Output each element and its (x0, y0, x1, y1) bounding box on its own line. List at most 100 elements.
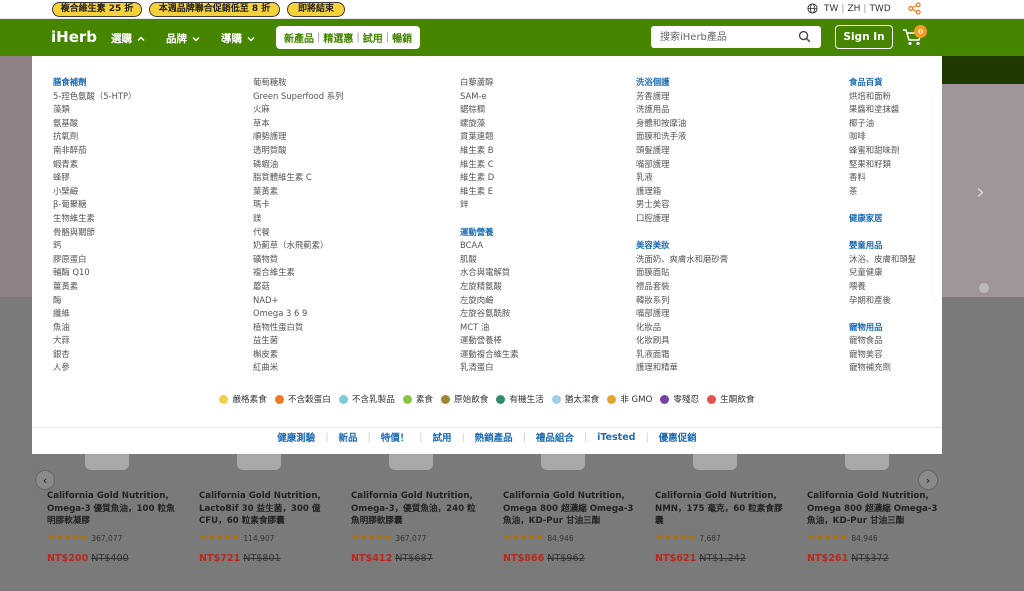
menu-item[interactable]: MCT 油 (460, 321, 519, 335)
menu-item[interactable]: 寵物補充劑 (849, 361, 916, 375)
promo-pill[interactable]: 複合維生素 25 折 (52, 2, 142, 17)
menu-item[interactable]: 維生素 B (460, 144, 519, 158)
product-title[interactable]: California Gold Nutrition, Omega 800 超濃縮… (807, 490, 939, 528)
menu-item[interactable]: 堅果和籽類 (849, 158, 916, 172)
menu-item[interactable]: 果醬和塗抹醬 (849, 103, 916, 117)
menu-item[interactable]: 運動營養棒 (460, 334, 519, 348)
menu-item[interactable]: 複合維生素 (253, 266, 344, 280)
diet-filter[interactable]: 生酮飲食 (707, 393, 755, 405)
menu-item[interactable]: 烘焙和面粉 (849, 90, 916, 104)
menu-item[interactable]: 韓妝系列 (636, 294, 728, 308)
menu-bottom-link[interactable]: 禮品組合 (526, 430, 584, 444)
menu-item[interactable]: 銀杏 (53, 348, 136, 362)
menu-item[interactable]: 蘑菇 (253, 280, 344, 294)
diet-filter[interactable]: 不含乳製品 (338, 393, 395, 405)
menu-item[interactable]: 寵物美容 (849, 348, 916, 362)
menu-item[interactable]: NAD+ (253, 294, 344, 308)
menu-category[interactable]: 洗浴個護 (636, 76, 728, 90)
product-rating[interactable]: ★★★★★ 367,077 (351, 533, 426, 543)
product-rating[interactable]: ★★★★★ 114,907 (199, 533, 274, 543)
menu-item[interactable]: 護理箱 (636, 185, 728, 199)
menu-item[interactable]: 芳香護理 (636, 90, 728, 104)
menu-item[interactable]: 抗氧劑 (53, 130, 136, 144)
menu-item[interactable]: 代餐 (253, 226, 344, 240)
menu-item[interactable]: SAM-e (460, 90, 519, 104)
product-title[interactable]: California Gold Nutrition, Omega-3 優質魚油，… (47, 490, 179, 528)
menu-item[interactable]: 透明質酸 (253, 144, 344, 158)
menu-item[interactable]: 脂質體維生素 C (253, 171, 344, 185)
menu-item[interactable]: 蝦青素 (53, 158, 136, 172)
menu-item[interactable]: 膠原蛋白 (53, 253, 136, 267)
menu-item[interactable]: 化妝品 (636, 321, 728, 335)
menu-item[interactable]: 紅曲米 (253, 361, 344, 375)
menu-item[interactable]: 維生素 E (460, 185, 519, 199)
menu-item[interactable]: 喂養 (849, 280, 916, 294)
menu-item[interactable]: 植物性蛋白質 (253, 321, 344, 335)
menu-item[interactable]: 椰子油 (849, 117, 916, 131)
nav-shop[interactable]: 選購 (111, 31, 145, 46)
menu-item[interactable]: 鈣 (53, 239, 136, 253)
menu-item[interactable]: 鋅 (460, 198, 519, 212)
diet-filter[interactable]: 原始飲食 (441, 393, 488, 405)
sign-in-button[interactable]: Sign In (835, 25, 893, 49)
menu-category[interactable]: 美容美妝 (636, 239, 728, 253)
menu-item[interactable]: 左旋精氨酸 (460, 280, 519, 294)
menu-category[interactable]: 食品百貨 (849, 76, 916, 90)
menu-item[interactable]: 螺旋藻 (460, 117, 519, 131)
product-rating[interactable]: ★★★★★ 84,946 (503, 533, 574, 543)
menu-bottom-link[interactable]: 新品 (329, 430, 368, 444)
menu-item[interactable]: 氨基酸 (53, 117, 136, 131)
diet-filter[interactable]: 素食 (402, 393, 433, 405)
menu-item[interactable]: 男士美容 (636, 198, 728, 212)
menu-item[interactable]: 蜂膠 (53, 171, 136, 185)
menu-item[interactable]: Omega 3 6 9 (253, 307, 344, 321)
menu-item[interactable]: 嘴部護理 (636, 158, 728, 172)
menu-bottom-link[interactable]: 熱銷產品 (465, 430, 523, 444)
menu-item[interactable]: 白藜蘆醇 (460, 76, 519, 90)
menu-item[interactable]: 貫葉連翹 (460, 130, 519, 144)
nav-guide[interactable]: 導購 (221, 31, 255, 46)
menu-item[interactable]: 化妝刷具 (636, 334, 728, 348)
menu-item[interactable]: 面膜面貼 (636, 266, 728, 280)
menu-item[interactable]: 生物維生素 (53, 212, 136, 226)
diet-filter[interactable]: 非 GMO (607, 393, 652, 405)
menu-item[interactable]: 礦物質 (253, 253, 344, 267)
menu-bottom-link[interactable]: 試用 (422, 430, 461, 444)
product-image[interactable] (693, 454, 737, 470)
product-title[interactable]: California Gold Nutrition, Omega-3，優質魚油，… (351, 490, 483, 528)
menu-item[interactable]: 人參 (53, 361, 136, 375)
carousel-dot[interactable] (979, 283, 989, 293)
share-icon[interactable] (908, 2, 921, 15)
menu-item[interactable]: 乳清蛋白 (460, 361, 519, 375)
quick-link-bestsellers[interactable]: 暢銷 (389, 30, 415, 45)
menu-item[interactable]: 酶 (53, 294, 136, 308)
menu-item[interactable]: 肌酸 (460, 253, 519, 267)
promo-pill[interactable]: 本週品牌聯合促銷低至 8 折 (149, 2, 280, 17)
product-image[interactable] (85, 454, 129, 470)
menu-item[interactable]: 禮品套裝 (636, 280, 728, 294)
nav-brands[interactable]: 品牌 (166, 31, 200, 46)
menu-item[interactable]: 維生素 D (460, 171, 519, 185)
menu-item[interactable]: 葉黃素 (253, 185, 344, 199)
product-rating[interactable]: ★★★★★ 84,946 (807, 533, 878, 543)
menu-item[interactable]: 順勢護理 (253, 130, 344, 144)
menu-item[interactable]: 乳液 (636, 171, 728, 185)
menu-category[interactable]: 運動營養 (460, 226, 519, 240)
diet-filter[interactable]: 有機生活 (496, 393, 544, 405)
menu-item[interactable]: 魚油 (53, 321, 136, 335)
menu-item[interactable]: 茶 (849, 185, 916, 199)
menu-item[interactable]: 骨骼與關節 (53, 226, 136, 240)
menu-item[interactable]: 纖維 (53, 307, 136, 321)
product-image[interactable] (389, 454, 433, 470)
menu-item[interactable]: 輔酶 Q10 (53, 266, 136, 280)
menu-item[interactable]: 南非醉茄 (53, 144, 136, 158)
carousel-prev-button[interactable]: ‹ (35, 470, 55, 490)
menu-bottom-link[interactable]: iTested (587, 432, 645, 443)
menu-item[interactable]: 頭髮護理 (636, 144, 728, 158)
product-image[interactable] (541, 454, 585, 470)
quick-link-deals[interactable]: 精選惠 (320, 30, 356, 45)
menu-item[interactable]: 蜂蜜和甜味劑 (849, 144, 916, 158)
menu-item[interactable]: 鋸棕櫚 (460, 103, 519, 117)
menu-category[interactable]: 健康家居 (849, 212, 916, 226)
menu-item[interactable]: 寵物食品 (849, 334, 916, 348)
